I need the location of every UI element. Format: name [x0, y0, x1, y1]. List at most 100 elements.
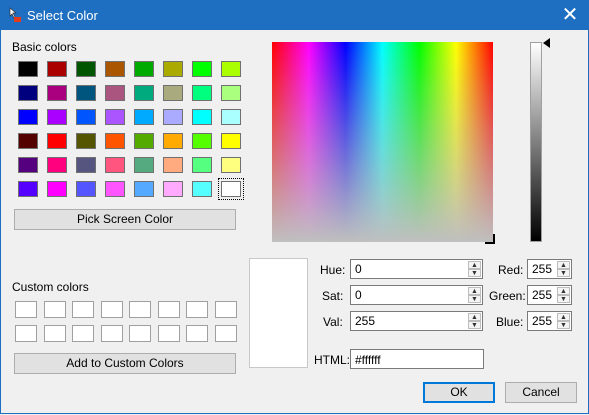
custom-color-swatch[interactable] [157, 301, 180, 318]
basic-color-swatch[interactable] [76, 85, 96, 101]
hue-saturation-spectrum[interactable] [272, 42, 495, 244]
red-label: Red: [498, 263, 524, 277]
basic-color-swatch[interactable] [221, 85, 241, 101]
basic-color-swatch[interactable] [47, 61, 67, 77]
green-label: Green: [489, 289, 526, 303]
basic-color-swatch[interactable] [105, 181, 125, 197]
custom-color-swatch[interactable] [129, 301, 151, 318]
sat-label: Sat: [322, 289, 344, 303]
custom-color-swatch[interactable] [157, 325, 180, 342]
basic-color-swatch[interactable] [221, 133, 241, 149]
red-spinbox[interactable]: 255 ▲ ▼ [527, 259, 572, 279]
basic-color-swatch[interactable] [47, 133, 67, 149]
ok-button[interactable]: OK [423, 382, 495, 403]
basic-color-swatch[interactable] [76, 133, 96, 149]
pick-screen-color-button[interactable]: Pick Screen Color [14, 209, 236, 230]
basic-color-swatch[interactable] [221, 157, 241, 173]
basic-color-swatch[interactable] [18, 181, 38, 197]
sat-up-icon[interactable]: ▲ [468, 287, 481, 295]
custom-color-swatch[interactable] [214, 325, 237, 342]
val-down-icon[interactable]: ▼ [468, 321, 481, 329]
basic-color-swatch[interactable] [192, 61, 212, 77]
basic-color-swatch[interactable] [192, 181, 212, 197]
basic-color-swatch[interactable] [163, 61, 183, 77]
custom-color-swatch[interactable] [72, 325, 94, 342]
basic-color-swatch[interactable] [163, 157, 183, 173]
red-up-icon[interactable]: ▲ [557, 261, 570, 269]
add-to-custom-colors-button[interactable]: Add to Custom Colors [14, 353, 236, 374]
val-spinbox[interactable]: 255 ▲ ▼ [350, 311, 483, 331]
basic-color-swatch[interactable] [192, 133, 212, 149]
custom-color-swatch[interactable] [72, 301, 94, 318]
red-down-icon[interactable]: ▼ [557, 269, 570, 277]
basic-color-swatch[interactable] [134, 61, 154, 77]
basic-color-swatch[interactable] [18, 61, 38, 77]
color-dialog-icon [9, 7, 21, 22]
basic-color-swatch[interactable] [192, 109, 212, 125]
basic-color-swatch[interactable] [163, 109, 183, 125]
basic-color-swatch[interactable] [18, 133, 38, 149]
basic-color-swatch[interactable] [76, 61, 96, 77]
basic-color-swatch[interactable] [76, 181, 96, 197]
basic-color-swatch[interactable] [134, 85, 154, 101]
sat-value: 0 [355, 288, 362, 302]
slider-arrow-icon[interactable] [543, 38, 550, 48]
basic-color-swatch[interactable] [134, 157, 154, 173]
basic-color-swatch[interactable] [218, 178, 244, 200]
custom-color-swatch[interactable] [43, 301, 66, 318]
custom-color-swatch[interactable] [186, 301, 208, 318]
basic-color-swatch[interactable] [163, 181, 183, 197]
blue-up-icon[interactable]: ▲ [557, 313, 570, 321]
basic-color-swatch[interactable] [221, 61, 241, 77]
custom-color-swatch[interactable] [15, 325, 37, 342]
custom-color-swatch[interactable] [186, 325, 208, 342]
cancel-button[interactable]: Cancel [505, 382, 577, 403]
basic-color-swatch[interactable] [105, 133, 125, 149]
close-icon[interactable]: ✕ [556, 2, 584, 28]
basic-color-swatch[interactable] [134, 181, 154, 197]
basic-color-swatch[interactable] [163, 85, 183, 101]
green-up-icon[interactable]: ▲ [557, 287, 570, 295]
basic-color-swatch[interactable] [76, 109, 96, 125]
basic-color-swatch[interactable] [47, 85, 67, 101]
basic-color-swatch[interactable] [47, 109, 67, 125]
green-spinbox[interactable]: 255 ▲ ▼ [527, 285, 572, 305]
hue-down-icon[interactable]: ▼ [468, 269, 481, 277]
green-down-icon[interactable]: ▼ [557, 295, 570, 303]
custom-color-swatch[interactable] [100, 325, 123, 342]
sat-down-icon[interactable]: ▼ [468, 295, 481, 303]
basic-color-swatch[interactable] [47, 157, 67, 173]
hue-spinbox[interactable]: 0 ▲ ▼ [350, 259, 483, 279]
blue-label: Blue: [496, 315, 524, 329]
custom-colors-label: Custom colors [12, 280, 89, 294]
basic-color-swatch[interactable] [18, 109, 38, 125]
custom-color-swatch[interactable] [100, 301, 123, 318]
hue-up-icon[interactable]: ▲ [468, 261, 481, 269]
html-input[interactable]: #ffffff [350, 349, 484, 369]
basic-color-swatch[interactable] [134, 133, 154, 149]
basic-color-swatch[interactable] [192, 85, 212, 101]
basic-color-swatch[interactable] [134, 109, 154, 125]
basic-color-swatch[interactable] [47, 181, 67, 197]
basic-color-swatch[interactable] [76, 157, 96, 173]
value-slider[interactable] [530, 42, 542, 242]
val-up-icon[interactable]: ▲ [468, 313, 481, 321]
basic-color-swatch[interactable] [192, 157, 212, 173]
green-value: 255 [532, 288, 553, 302]
custom-color-swatch[interactable] [214, 301, 237, 318]
sat-spinbox[interactable]: 0 ▲ ▼ [350, 285, 483, 305]
val-label: Val: [323, 315, 343, 329]
blue-down-icon[interactable]: ▼ [557, 321, 570, 329]
basic-color-swatch[interactable] [18, 85, 38, 101]
basic-color-swatch[interactable] [18, 157, 38, 173]
custom-color-swatch[interactable] [15, 301, 37, 318]
basic-color-swatch[interactable] [105, 85, 125, 101]
basic-color-swatch[interactable] [105, 157, 125, 173]
custom-color-swatch[interactable] [129, 325, 151, 342]
basic-color-swatch[interactable] [105, 109, 125, 125]
basic-color-swatch[interactable] [163, 133, 183, 149]
custom-color-swatch[interactable] [43, 325, 66, 342]
basic-color-swatch[interactable] [105, 61, 125, 77]
blue-spinbox[interactable]: 255 ▲ ▼ [527, 311, 572, 331]
basic-color-swatch[interactable] [221, 109, 241, 125]
